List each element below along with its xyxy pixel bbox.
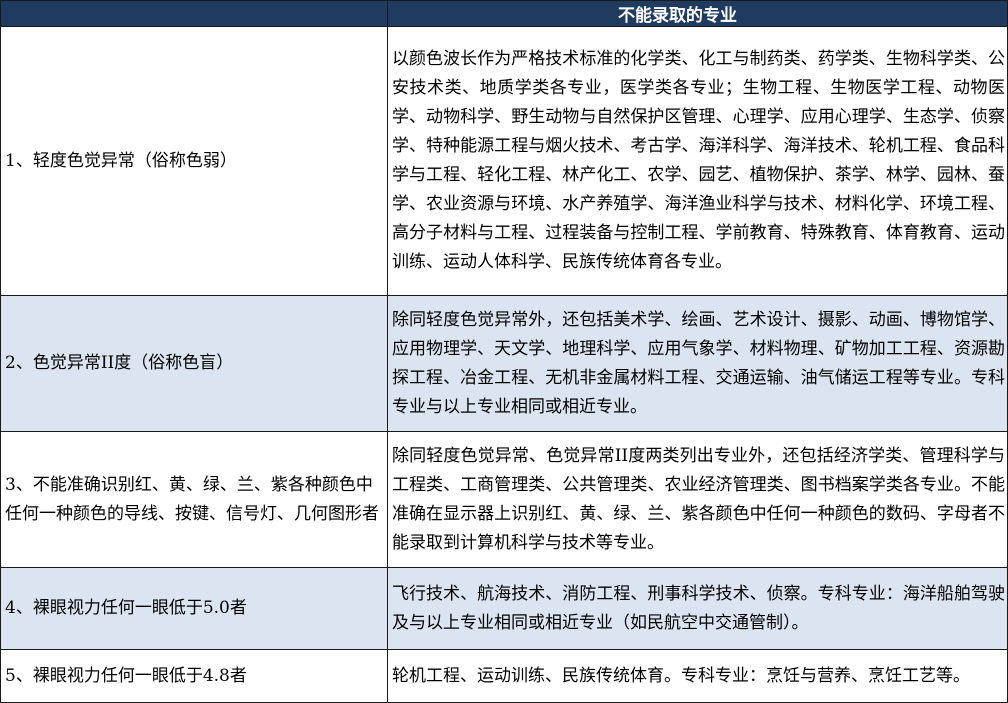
table-header-row: 不能录取的专业 xyxy=(0,0,1008,27)
table-row: 2、色觉异常II度（俗称色盲） 除同轻度色觉异常外，还包括美术学、绘画、艺术设计… xyxy=(0,295,1008,432)
table-row: 5、裸眼视力任何一眼低于4.8者 轮机工程、运动训练、民族传统体育。专科专业：烹… xyxy=(0,649,1008,703)
table-row: 4、裸眼视力任何一眼低于5.0者 飞行技术、航海技术、消防工程、刑事科学技术、侦… xyxy=(0,567,1008,650)
admission-restriction-table: 不能录取的专业 1、轻度色觉异常（俗称色弱） 以颜色波长作为严格技术标准的化学类… xyxy=(0,0,1008,703)
table-row: 3、不能准确识别红、黄、绿、兰、紫各种颜色中任何一种颜色的导线、按键、信号灯、几… xyxy=(0,431,1008,568)
table-row: 1、轻度色觉异常（俗称色弱） 以颜色波长作为严格技术标准的化学类、化工与制药类、… xyxy=(0,26,1008,296)
header-majors-title: 不能录取的专业 xyxy=(387,0,1008,27)
majors-cell: 除同轻度色觉异常、色觉异常II度两类列出专业外，还包括经济学类、管理科学与工程类… xyxy=(387,431,1008,568)
condition-cell: 5、裸眼视力任何一眼低于4.8者 xyxy=(0,649,388,703)
majors-cell: 除同轻度色觉异常外，还包括美术学、绘画、艺术设计、摄影、动画、博物馆学、应用物理… xyxy=(387,295,1008,432)
condition-cell: 2、色觉异常II度（俗称色盲） xyxy=(0,295,388,432)
majors-cell: 以颜色波长作为严格技术标准的化学类、化工与制药类、药学类、生物科学类、公安技术类… xyxy=(387,26,1008,296)
condition-cell: 3、不能准确识别红、黄、绿、兰、紫各种颜色中任何一种颜色的导线、按键、信号灯、几… xyxy=(0,431,388,568)
condition-cell: 4、裸眼视力任何一眼低于5.0者 xyxy=(0,567,388,650)
condition-cell: 1、轻度色觉异常（俗称色弱） xyxy=(0,26,388,296)
majors-cell: 轮机工程、运动训练、民族传统体育。专科专业：烹饪与营养、烹饪工艺等。 xyxy=(387,649,1008,703)
header-condition-cell xyxy=(0,0,388,27)
majors-cell: 飞行技术、航海技术、消防工程、刑事科学技术、侦察。专科专业：海洋船舶驾驶及与以上… xyxy=(387,567,1008,650)
